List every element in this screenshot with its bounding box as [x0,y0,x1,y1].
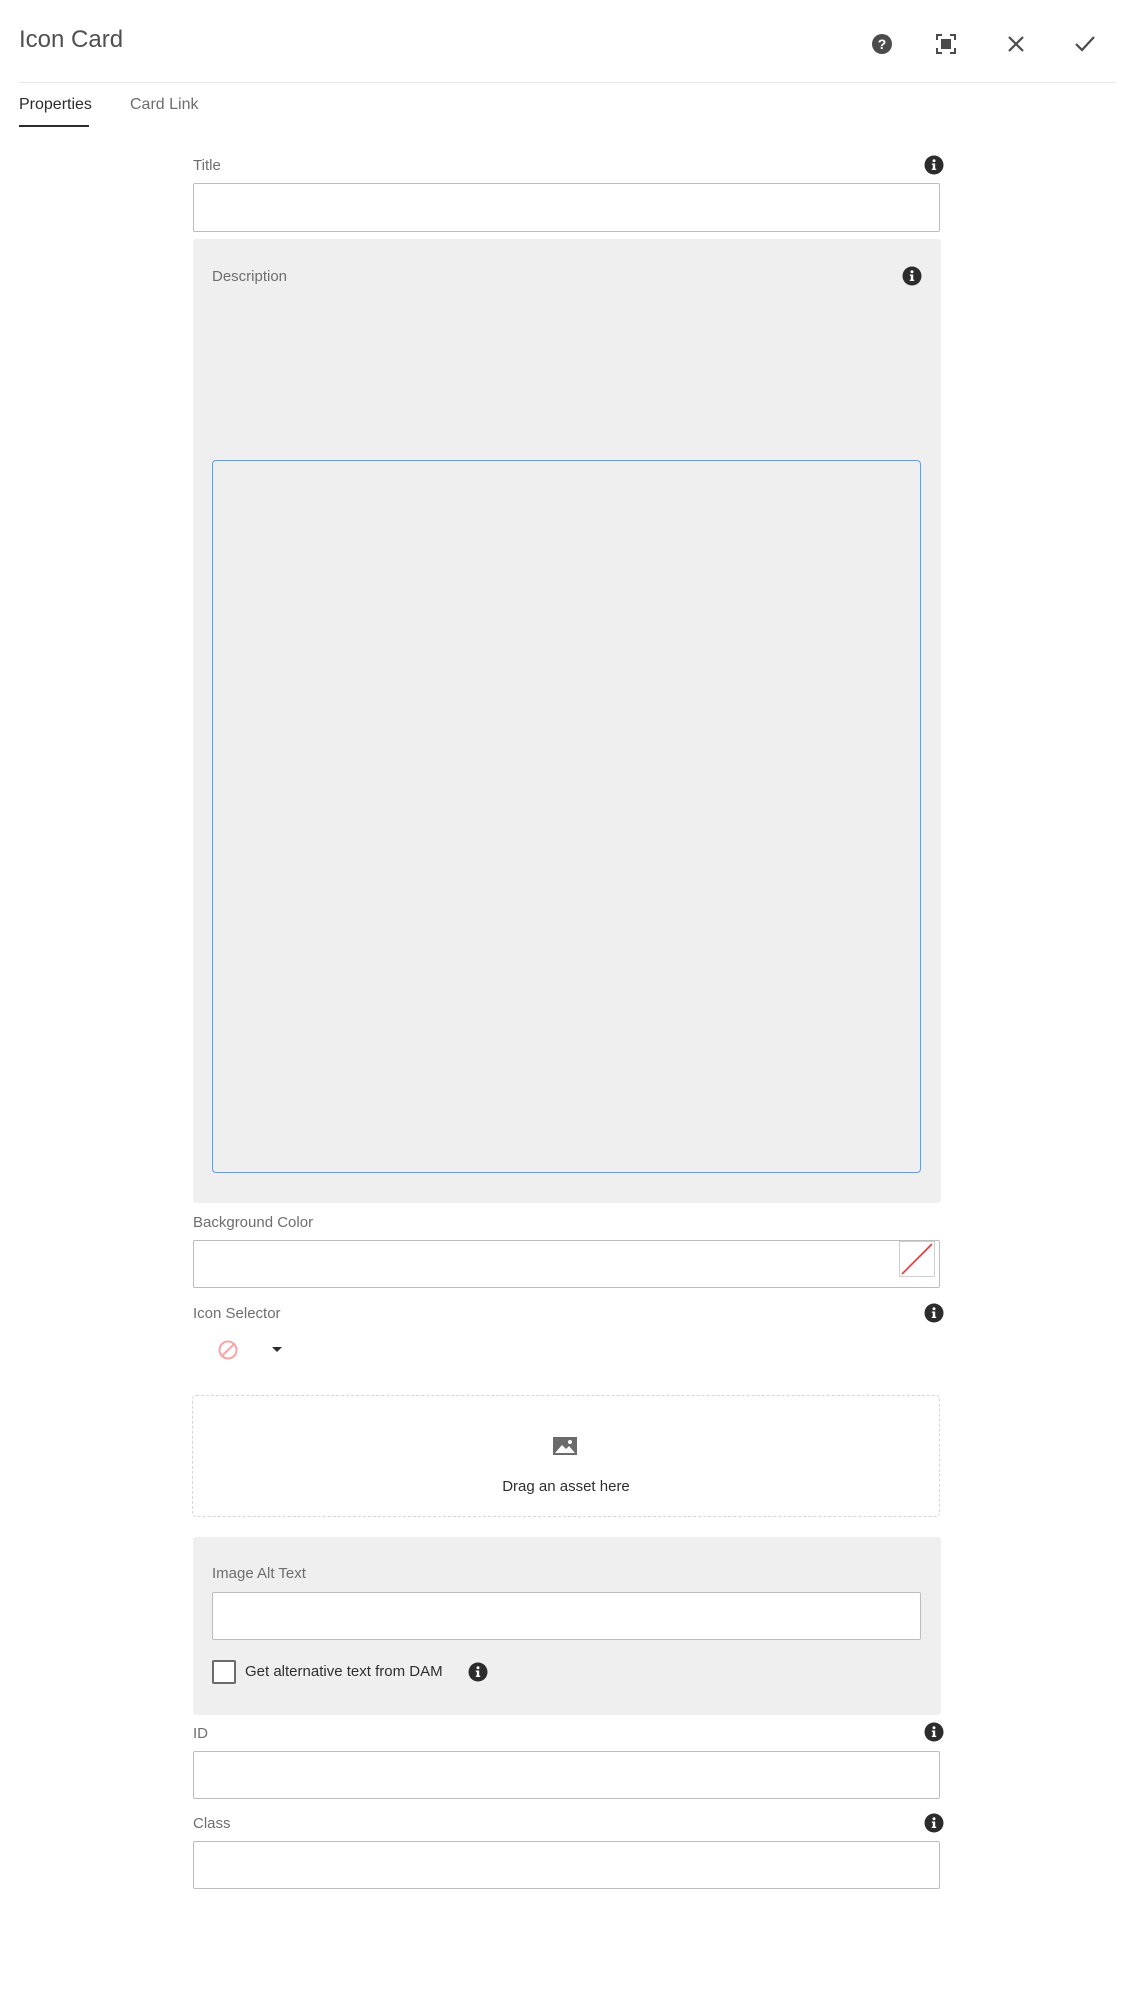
asset-dropzone[interactable]: Drag an asset here [192,1395,940,1517]
fullscreen-icon [936,34,956,54]
background-color-label: Background Color [193,1214,314,1231]
alt-from-dam-checkbox[interactable] [212,1660,236,1684]
tab-card-link[interactable]: Card Link [130,96,198,114]
icon-selector-label: Icon Selector [193,1305,281,1322]
fullscreen-button[interactable] [930,28,962,60]
image-alt-text-label: Image Alt Text [212,1565,306,1582]
background-color-input[interactable] [193,1240,940,1288]
active-tab-indicator [19,125,89,127]
header-divider [19,82,1116,83]
close-icon [1008,36,1024,52]
icon-selector-dropdown[interactable] [212,1334,298,1366]
done-button[interactable] [1069,28,1101,60]
alt-from-dam-label[interactable]: Get alternative text from DAM [245,1663,443,1680]
checkmark-icon [1075,36,1095,52]
image-icon [553,1437,577,1455]
svg-text:?: ? [878,36,887,52]
info-icon[interactable] [468,1662,488,1682]
caret-down-icon [272,1347,282,1352]
close-button[interactable] [1000,28,1032,60]
tab-properties[interactable]: Properties [19,96,92,114]
id-label: ID [193,1725,208,1742]
class-input[interactable] [193,1841,940,1889]
color-swatch-button[interactable] [899,1241,935,1277]
image-alt-text-input[interactable] [212,1592,921,1640]
info-icon[interactable] [924,1722,944,1742]
none-icon [218,1340,238,1360]
help-icon: ? [872,34,892,54]
dialog-title: Icon Card [19,26,124,53]
info-icon[interactable] [924,1303,944,1323]
title-label: Title [193,157,221,174]
info-icon[interactable] [902,266,922,286]
info-icon[interactable] [924,1813,944,1833]
description-label: Description [212,268,288,285]
class-label: Class [193,1815,231,1832]
no-color-icon [901,1243,933,1275]
info-icon[interactable] [924,155,944,175]
dropzone-text: Drag an asset here [502,1478,630,1495]
help-button[interactable]: ? [866,28,898,60]
id-input[interactable] [193,1751,940,1799]
description-rich-text-editor[interactable] [212,460,921,1173]
title-input[interactable] [193,183,940,232]
